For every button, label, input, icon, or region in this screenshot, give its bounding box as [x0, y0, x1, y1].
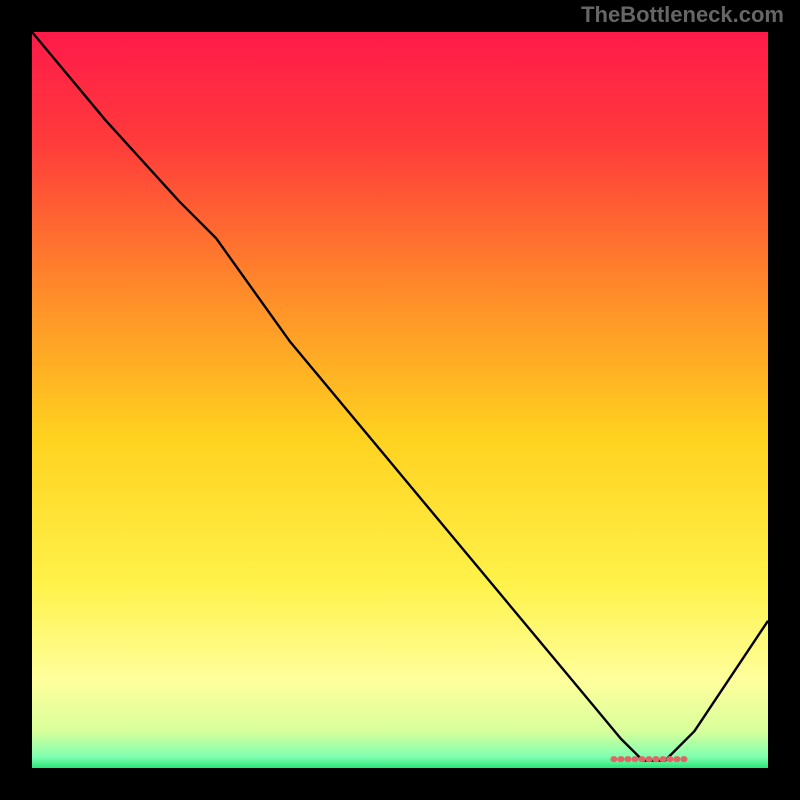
watermark-text: TheBottleneck.com: [581, 2, 784, 28]
plot-area: [32, 32, 768, 768]
chart-container: TheBottleneck.com: [0, 0, 800, 800]
chart-svg: [32, 32, 768, 768]
gradient-background: [32, 32, 768, 768]
